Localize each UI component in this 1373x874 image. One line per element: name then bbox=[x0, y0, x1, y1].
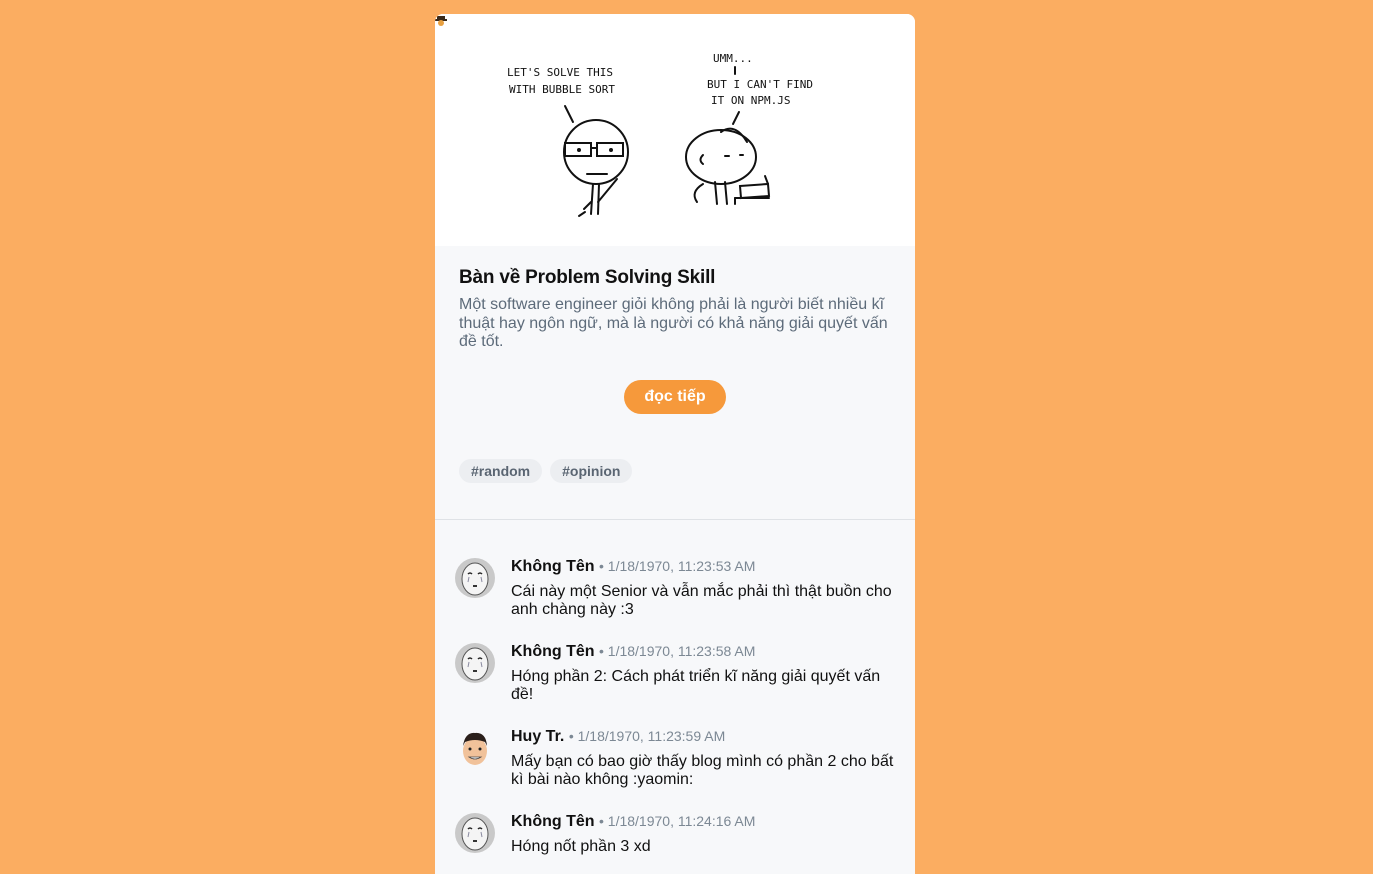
comment-author: Không Tên bbox=[511, 812, 595, 830]
right-speech-line-2: BUT I CAN'T FIND bbox=[707, 78, 813, 91]
noface-avatar bbox=[455, 557, 495, 598]
comment-text: Cái này một Senior và vẫn mắc phải thì t… bbox=[511, 582, 892, 619]
post-body: Bàn về Problem Solving Skill Một softwar… bbox=[435, 246, 915, 519]
comment-text: Hóng nốt phần 3 xd bbox=[511, 837, 651, 855]
post-card: LET'S SOLVE THIS WITH BUBBLE SORT UMM...… bbox=[435, 14, 915, 874]
detective-hat-icon bbox=[435, 16, 447, 26]
post-title[interactable]: Bàn về Problem Solving Skill bbox=[459, 267, 891, 289]
comment-content: Không Tên • 1/18/1970, 11:23:58 AM Hóng … bbox=[511, 643, 895, 705]
comment-list: Không Tên • 1/18/1970, 11:23:53 AM Cái n… bbox=[435, 520, 915, 857]
left-speech-line-1: LET'S SOLVE THIS bbox=[507, 66, 613, 79]
comment-header: Không Tên • 1/18/1970, 11:23:58 AM bbox=[511, 643, 895, 661]
comment-text: Mấy bạn có bao giờ thấy blog mình có phầ… bbox=[511, 752, 894, 789]
comment-header: Huy Tr. • 1/18/1970, 11:23:59 AM bbox=[511, 728, 895, 746]
post-excerpt: Một software engineer giỏi không phải là… bbox=[459, 296, 888, 350]
comment-time: • 1/18/1970, 11:23:53 AM bbox=[599, 557, 756, 574]
comment-content: Huy Tr. • 1/18/1970, 11:23:59 AM Mấy bạn… bbox=[511, 728, 895, 790]
comment-text: Hóng phần 2: Cách phát triển kĩ năng giả… bbox=[511, 667, 881, 704]
tag-random[interactable]: #random bbox=[459, 458, 543, 483]
comment-item: Huy Tr. • 1/18/1970, 11:23:59 AM Mấy bạn… bbox=[455, 727, 895, 790]
comment-item: Không Tên • 1/18/1970, 11:23:58 AM Hóng … bbox=[455, 642, 895, 705]
left-speech-line-2: WITH BUBBLE SORT bbox=[509, 83, 615, 96]
comment-content: Không Tên • 1/18/1970, 11:23:53 AM Cái n… bbox=[511, 558, 895, 620]
comment-author: Không Tên bbox=[511, 642, 595, 660]
person-avatar bbox=[455, 727, 495, 768]
comment-author: Không Tên bbox=[511, 557, 595, 575]
right-speech-line-1: UMM... bbox=[713, 52, 753, 65]
comment-header: Không Tên • 1/18/1970, 11:23:53 AM bbox=[511, 558, 895, 576]
comment-content: Không Tên • 1/18/1970, 11:24:16 AM Hóng … bbox=[511, 813, 755, 857]
comment-time: • 1/18/1970, 11:23:59 AM bbox=[568, 727, 726, 744]
tag-list: #random #opinion bbox=[459, 458, 891, 519]
noface-avatar bbox=[455, 642, 495, 683]
right-speech-line-3: IT ON NPM.JS bbox=[711, 94, 790, 107]
comment-time: • 1/18/1970, 11:23:58 AM bbox=[599, 642, 756, 659]
comment-item: Không Tên • 1/18/1970, 11:24:16 AM Hóng … bbox=[455, 812, 895, 857]
read-more-button[interactable]: đọc tiếp bbox=[624, 379, 726, 414]
noface-avatar bbox=[455, 812, 495, 853]
comment-author: Huy Tr. bbox=[511, 727, 565, 745]
tag-opinion[interactable]: #opinion bbox=[550, 458, 633, 483]
comic-drawing: LET'S SOLVE THIS WITH BUBBLE SORT UMM...… bbox=[507, 52, 813, 217]
comic-image: LET'S SOLVE THIS WITH BUBBLE SORT UMM...… bbox=[435, 14, 915, 246]
read-more-wrapper: đọc tiếp bbox=[459, 379, 891, 414]
comment-item: Không Tên • 1/18/1970, 11:23:53 AM Cái n… bbox=[455, 557, 895, 620]
comment-header: Không Tên • 1/18/1970, 11:24:16 AM bbox=[511, 813, 755, 831]
comment-time: • 1/18/1970, 11:24:16 AM bbox=[599, 812, 756, 829]
